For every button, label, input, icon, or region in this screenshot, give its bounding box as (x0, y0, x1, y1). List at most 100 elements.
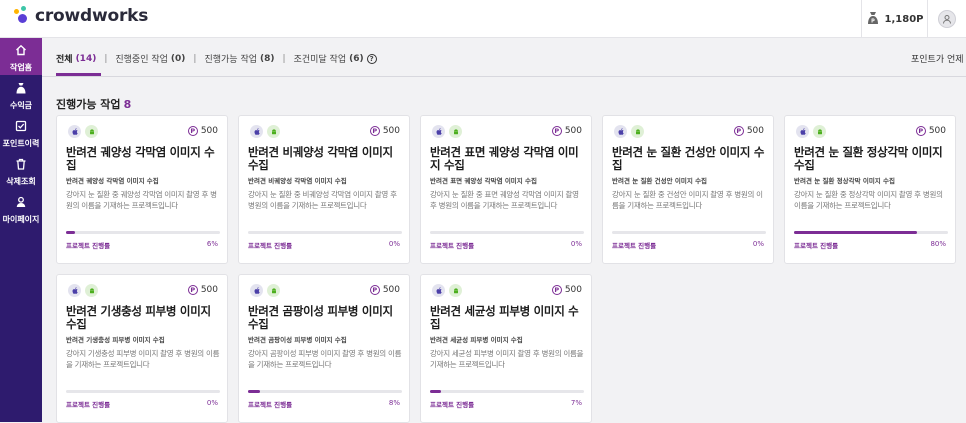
task-card[interactable]: P 500 반려견 기생충성 피부병 이미지 수집 반려견 기생충성 피부병 이미지 … (56, 274, 228, 423)
tab-label: 진행가능 작업 (204, 55, 258, 65)
section-title-text: 진행가능 작업 (56, 98, 121, 111)
task-card[interactable]: P 500 반려견 눈 질환 정상각막 이미지 수집 반려견 눈 질환 정상각막 이미… (784, 115, 956, 264)
brand-name: crowdworks (35, 6, 149, 26)
progress-value: 7% (570, 399, 582, 407)
reward-value: 500 (200, 285, 218, 295)
apple-icon (614, 125, 627, 138)
android-icon (449, 284, 462, 297)
task-card[interactable]: P 500 반려견 눈 질환 건성안 이미지 수집 반려견 눈 질환 건성안 이미지 … (602, 115, 774, 264)
progress-bar (66, 390, 220, 393)
logo-mark (12, 6, 32, 26)
apple-icon (796, 125, 809, 138)
top-bar: crowdworks P 1,180P (0, 0, 966, 38)
card-title: 반려견 눈 질환 정상각막 이미지 수집 (794, 145, 943, 172)
tab-count: (0) (170, 53, 186, 64)
platform-icons (250, 284, 280, 297)
point-icon: P (369, 126, 380, 136)
sidebar-item-point-history[interactable]: 포인트이력 (0, 114, 42, 151)
sidebar-item-deletion-check[interactable]: 삭제조회 (0, 152, 42, 189)
reward-value: 500 (928, 126, 946, 136)
sidebar-item-home[interactable]: 작업홈 (0, 38, 42, 75)
task-card[interactable]: P 500 반려견 세균성 피부병 이미지 수집 반려견 세균성 피부병 이미지 수집… (420, 274, 592, 423)
progress-bar (66, 231, 220, 234)
card-title: 반려견 눈 질환 건성안 이미지 수집 (612, 145, 765, 172)
svg-text:P: P (871, 18, 875, 24)
task-card[interactable]: P 500 반려견 비궤양성 각막염 이미지 수집 반려견 비궤양성 각막염 이미지 … (238, 115, 410, 264)
progress-label: 프로젝트 진행률 (794, 242, 839, 250)
task-card[interactable]: P 500 반려견 궤양성 각막염 이미지 수집 반려견 궤양성 각막염 이미지 수집… (56, 115, 228, 264)
progress-value: 0% (206, 399, 218, 407)
card-subtitle: 반려견 궤양성 각막염 이미지 수집 (66, 177, 159, 185)
card-title: 반려견 세균성 피부병 이미지 수집 (430, 304, 579, 331)
progress-label: 프로젝트 진행률 (612, 242, 657, 250)
card-description: 강아지 기생충성 피부병 이미지 촬영 후 병원의 이름을 기재하는 프로젝트입… (66, 349, 220, 369)
progress-fill (794, 231, 918, 234)
card-subtitle: 반려견 세균성 피부병 이미지 수집 (430, 336, 523, 344)
progress-label: 프로젝트 진행률 (430, 401, 475, 409)
sidebar-item-mypage[interactable]: 마이페이지 (0, 190, 42, 227)
sidebar: 작업홈 수익금 포인트이력 삭제조회 마이페이지 (0, 38, 42, 422)
tab-label: 전체 (56, 55, 73, 65)
avatar-icon (938, 10, 956, 28)
card-title: 반려견 기생충성 피부병 이미지 수집 (66, 304, 211, 331)
task-card[interactable]: P 500 반려견 곰팡이성 피부병 이미지 수집 반려견 곰팡이성 피부병 이미지 … (238, 274, 410, 423)
progress-value: 8% (388, 399, 400, 407)
tab-divider: | (193, 53, 197, 64)
profile-button[interactable] (927, 0, 966, 38)
progress-value: 6% (206, 240, 218, 248)
card-title: 반려견 표면 궤양성 각막염 이미지 수집 (430, 145, 579, 172)
sidebar-item-label: 수익금 (9, 100, 33, 110)
sidebar-item-label: 포인트이력 (2, 138, 40, 148)
reward: P 500 (551, 285, 582, 295)
trash-icon (15, 155, 27, 174)
brand-logo[interactable]: crowdworks (12, 6, 148, 26)
tab-all[interactable]: 전체 (14) (56, 52, 96, 66)
apple-icon (68, 125, 81, 138)
card-title: 반려견 곰팡이성 피부병 이미지 수집 (248, 304, 393, 331)
task-card[interactable]: P 500 반려견 표면 궤양성 각막염 이미지 수집 반려견 표면 궤양성 각막염 … (420, 115, 592, 264)
points-balance-button[interactable]: P 1,180P (861, 0, 927, 38)
progress-fill (430, 390, 441, 393)
tab-in-progress[interactable]: 진행중인 작업 (0) (115, 52, 186, 66)
reward: P 500 (369, 126, 400, 136)
active-tab-underline (56, 73, 101, 76)
task-filter-tabs: 전체 (14) | 진행중인 작업 (0) | 진행가능 작업 (8) | 조건… (42, 38, 966, 77)
tab-available[interactable]: 진행가능 작업 (8) (204, 52, 274, 66)
card-subtitle: 반려견 기생충성 피부병 이미지 수집 (66, 336, 165, 344)
sidebar-item-earnings[interactable]: 수익금 (0, 76, 42, 113)
apple-icon (68, 284, 81, 297)
progress-label: 프로젝트 진행률 (66, 401, 111, 409)
help-icon[interactable]: ? (366, 53, 377, 64)
reward-value: 500 (382, 285, 400, 295)
card-subtitle: 반려견 눈 질환 건성안 이미지 수집 (612, 177, 708, 185)
sidebar-item-label: 삭제조회 (6, 176, 36, 186)
reward-value: 500 (564, 126, 582, 136)
home-icon (15, 41, 27, 60)
tab-divider: | (282, 53, 286, 64)
reward: P 500 (369, 285, 400, 295)
card-description: 강아지 눈 질환 중 건성안 이미지 촬영 후 병원의 이름을 기재하는 프로젝… (612, 190, 763, 210)
section-title: 진행가능 작업 8 (56, 96, 131, 112)
card-subtitle: 반려견 비궤양성 각막염 이미지 수집 (248, 177, 347, 185)
card-description: 강아지 세균성 피부병 이미지 촬영 후 병원의 이름을 기재하는 프로젝트입니… (430, 349, 584, 369)
tab-ineligible[interactable]: 조건미달 작업 (6) ? (294, 52, 377, 65)
card-title: 반려견 비궤양성 각막염 이미지 수집 (248, 145, 393, 172)
sidebar-item-label: 작업홈 (9, 62, 33, 72)
progress-label: 프로젝트 진행률 (66, 242, 111, 250)
progress-bar (430, 231, 584, 234)
points-value: 1,180P (884, 13, 924, 25)
point-icon: P (551, 285, 562, 295)
progress-bar (248, 231, 402, 234)
point-icon: P (187, 285, 198, 295)
card-description: 강아지 눈 질환 중 비궤양성 각막염 이미지 촬영 후 병원의 이름을 기재하… (248, 190, 397, 210)
reward: P 500 (187, 126, 218, 136)
reward-value: 500 (746, 126, 764, 136)
progress-value: 80% (930, 240, 946, 248)
apple-icon (432, 284, 445, 297)
android-icon (631, 125, 644, 138)
card-description: 강아지 눈 질환 중 궤양성 각막염 이미지 촬영 후 병원의 이름을 기재하는… (66, 190, 217, 210)
main-content: 전체 (14) | 진행중인 작업 (0) | 진행가능 작업 (8) | 조건… (42, 38, 966, 423)
points-faq-link[interactable]: 포인트가 언제 입 (911, 52, 966, 65)
progress-value: 0% (388, 240, 400, 248)
point-icon: P (915, 126, 926, 136)
